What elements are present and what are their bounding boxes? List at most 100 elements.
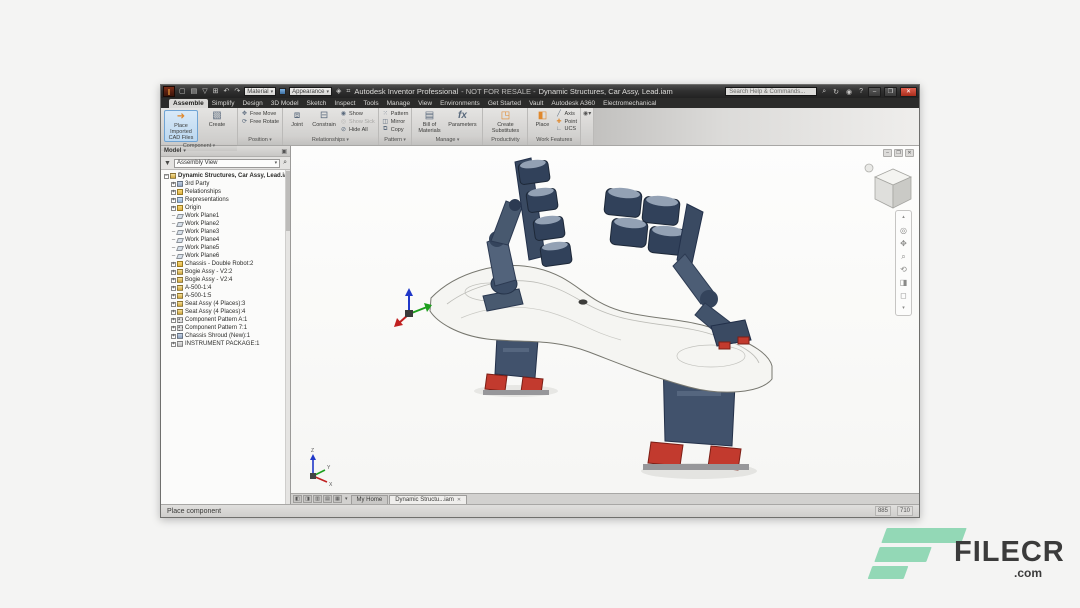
appearance-swatch-icon[interactable] <box>279 88 286 95</box>
ribbon-tab-manage[interactable]: Manage <box>383 99 415 108</box>
ribbon-tab-design[interactable]: Design <box>238 99 266 108</box>
user-account-icon[interactable]: ◉ <box>844 88 854 96</box>
inventor-app-logo-icon[interactable]: I <box>163 86 175 97</box>
tree-item[interactable]: +Bogie Assy - V2:4 <box>163 276 290 284</box>
ribbon-tab-tools[interactable]: Tools <box>359 99 382 108</box>
right-seat-cluster[interactable] <box>604 186 703 268</box>
tree-item[interactable]: +A-500-1:5 <box>163 292 290 300</box>
tree-expander-icon[interactable]: + <box>170 325 177 332</box>
view-tool-icon[interactable]: ◨ <box>303 495 312 503</box>
pan-icon[interactable]: ✥ <box>900 239 907 248</box>
navbar-more-icon[interactable]: ▾ <box>902 304 905 313</box>
tree-item[interactable]: –Work Plane1 <box>163 212 290 220</box>
tab-active-document[interactable]: Dynamic Structu...iam ✕ <box>389 495 467 504</box>
place-imported-cad-files-button[interactable]: ➜ Place Imported CAD Files <box>164 110 198 142</box>
bill-of-materials-button[interactable]: ▤ Bill of Materials <box>415 110 443 134</box>
tree-item[interactable]: +A-500-1:4 <box>163 284 290 292</box>
orbit-icon[interactable]: ⟲ <box>900 265 907 274</box>
ribbon-tab-3d-model[interactable]: 3D Model <box>267 99 303 108</box>
tree-expander-icon[interactable]: + <box>170 277 177 284</box>
ribbon-overflow[interactable]: ◉▾ <box>581 108 594 145</box>
pattern-button[interactable]: ⁙ Pattern <box>382 110 409 117</box>
qat-update-icon[interactable]: ⌗ <box>345 86 351 97</box>
tree-item[interactable]: +Chassis Shroud (New):1 <box>163 332 290 340</box>
window-maximize-button[interactable]: ❒ <box>884 87 897 97</box>
look-at-icon[interactable]: ◨ <box>900 278 908 287</box>
manage-group-label[interactable]: Manage <box>412 136 482 145</box>
window-minimize-button[interactable]: – <box>868 87 881 97</box>
tab-my-home[interactable]: My Home <box>351 495 389 504</box>
mirror-button[interactable]: ◫ Mirror <box>382 118 409 125</box>
ribbon-tab-sketch[interactable]: Sketch <box>303 99 331 108</box>
search-tree-icon[interactable]: ⌕ <box>283 159 287 167</box>
work-features-group-label[interactable]: Work Features <box>528 136 580 145</box>
tree-expander-icon[interactable]: + <box>170 189 177 196</box>
zoom-icon[interactable]: ⌕ <box>901 252 905 261</box>
place-work-feature-button[interactable]: ◧ Place <box>531 110 553 128</box>
filter-icon[interactable]: ▼ <box>164 160 171 167</box>
point-button[interactable]: ✚ Point <box>555 118 577 125</box>
ribbon-tab-environments[interactable]: Environments <box>436 99 484 108</box>
free-move-button[interactable]: ✥ Free Move <box>241 110 279 117</box>
axis-button[interactable]: ╱ Axis <box>555 110 577 117</box>
navigation-wheel-icon[interactable]: ◎ <box>900 226 907 235</box>
view-tool-icon[interactable]: ▦ <box>333 495 342 503</box>
view-tool-icon[interactable]: ◧ <box>293 495 302 503</box>
qat-new-icon[interactable]: ▢ <box>178 86 187 97</box>
tree-item[interactable]: +Seat Assy (4 Places):3 <box>163 300 290 308</box>
tree-item[interactable]: +Origin <box>163 204 290 212</box>
tree-item[interactable]: +INSTRUMENT PACKAGE:1 <box>163 340 290 348</box>
browser-scrollbar[interactable] <box>285 170 290 504</box>
tree-expander-icon[interactable]: + <box>170 317 177 324</box>
tree-item[interactable]: –Work Plane5 <box>163 244 290 252</box>
tree-expander-icon[interactable]: + <box>170 341 177 348</box>
constrain-button[interactable]: ⊟ Constrain <box>310 110 338 128</box>
tree-expander-icon[interactable]: + <box>170 181 177 188</box>
left-pedestal[interactable] <box>474 336 558 397</box>
material-dropdown[interactable]: Material ▾ <box>244 87 276 96</box>
window-close-button[interactable]: ✕ <box>900 87 917 97</box>
qat-return-icon[interactable]: ◈ <box>335 86 342 97</box>
ribbon-tab-get-started[interactable]: Get Started <box>484 99 525 108</box>
tree-item[interactable]: +Seat Assy (4 Places):4 <box>163 308 290 316</box>
free-rotate-button[interactable]: ⟳ Free Rotate <box>241 118 279 125</box>
parameters-button[interactable]: fx Parameters <box>445 110 479 128</box>
hide-all-button[interactable]: ⊘ Hide All <box>340 126 375 133</box>
tree-item[interactable]: +Representations <box>163 196 290 204</box>
dock-panel-icon[interactable]: ▣ <box>281 148 287 155</box>
component-group-label[interactable]: Component <box>161 142 237 151</box>
tree-item[interactable]: +Relationships <box>163 188 290 196</box>
search-input[interactable]: Search Help & Commands... <box>725 87 817 96</box>
tree-item[interactable]: –Work Plane6 <box>163 252 290 260</box>
ucs-button[interactable]: ∟ UCS <box>555 126 577 132</box>
tree-expander-icon[interactable]: + <box>170 205 177 212</box>
show-button[interactable]: ◉ Show <box>340 110 375 117</box>
tree-item[interactable]: +Chassis - Double Robot:2 <box>163 260 290 268</box>
qat-save-icon[interactable]: ▽ <box>201 86 208 97</box>
qat-undo-icon[interactable]: ↶ <box>223 86 231 97</box>
copy-button[interactable]: ⧉ Copy <box>382 126 409 133</box>
ribbon-tab-vault[interactable]: Vault <box>525 99 547 108</box>
relationships-group-label[interactable]: Relationships <box>283 136 378 145</box>
tree-expander-icon[interactable]: + <box>170 269 177 276</box>
ribbon-tab-electromechanical[interactable]: Electromechanical <box>599 99 660 108</box>
tree-expander-icon[interactable]: + <box>170 197 177 204</box>
tree-expander-icon[interactable]: + <box>170 285 177 292</box>
tree-expander-icon[interactable]: − <box>163 173 170 180</box>
tree-expander-icon[interactable]: + <box>170 261 177 268</box>
tree-expander-icon[interactable]: + <box>170 293 177 300</box>
create-component-button[interactable]: ▧ Create <box>200 110 234 128</box>
ribbon-tab-assemble[interactable]: Assemble <box>169 99 208 108</box>
close-tab-icon[interactable]: ✕ <box>457 496 461 504</box>
tree-expander-icon[interactable]: + <box>170 301 177 308</box>
ribbon-tab-view[interactable]: View <box>414 99 436 108</box>
tree-item[interactable]: –Work Plane2 <box>163 220 290 228</box>
view-mode-dropdown[interactable]: Assembly View ▾ <box>174 159 280 168</box>
tree-item[interactable]: −Dynamic Structures, Car Assy, Lead.iam <box>163 172 290 180</box>
ribbon-tab-inspect[interactable]: Inspect <box>330 99 359 108</box>
tree-item[interactable]: +Component Pattern 7:1 <box>163 324 290 332</box>
view-face-icon[interactable]: ◻ <box>900 291 907 300</box>
joint-button[interactable]: ⧈ Joint <box>286 110 308 128</box>
tree-item[interactable]: –Work Plane3 <box>163 228 290 236</box>
navbar-scroll-up-icon[interactable]: ▴ <box>902 213 905 222</box>
